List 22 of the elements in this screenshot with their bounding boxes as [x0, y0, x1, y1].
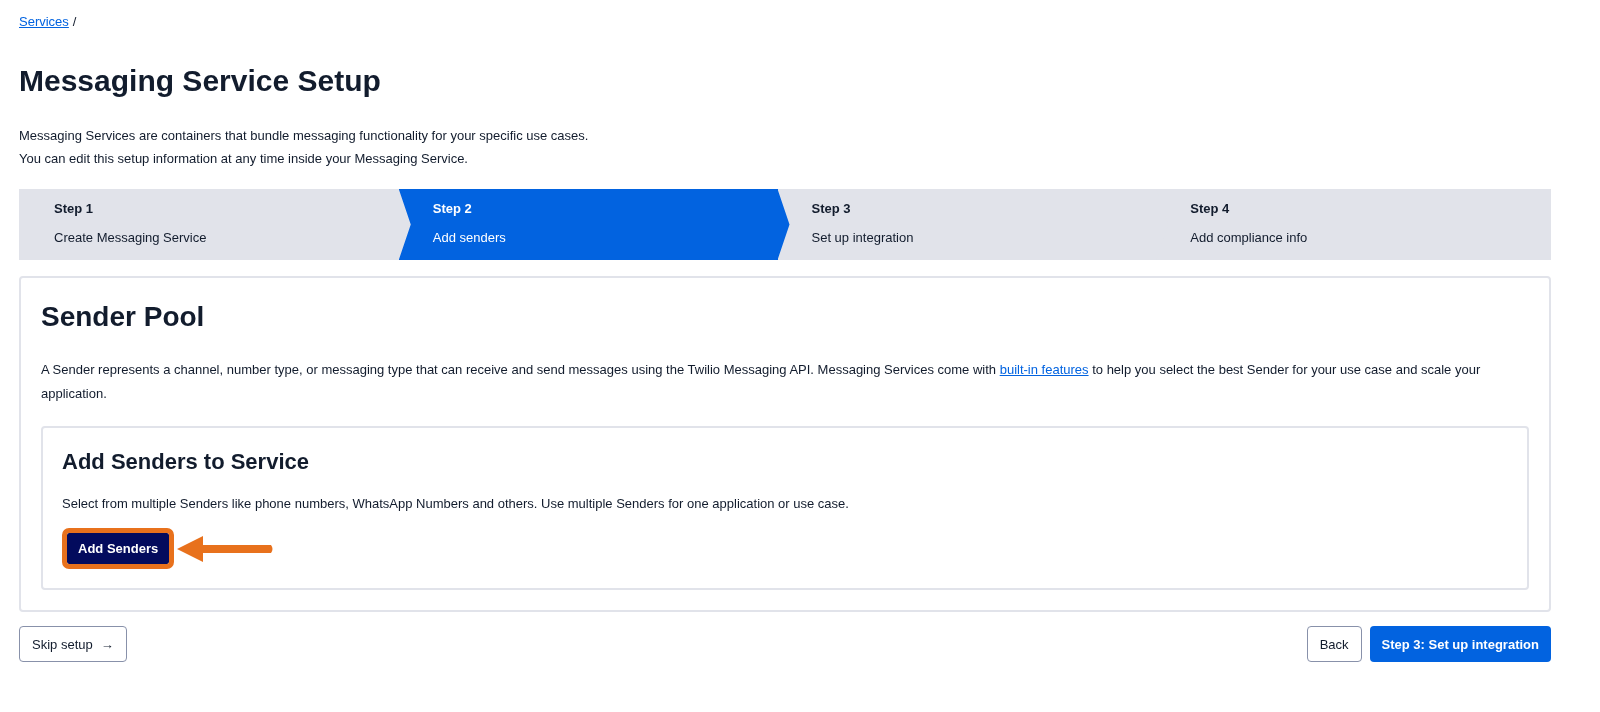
- step-label: Step 3: [811, 201, 852, 216]
- arrow-right-icon: →: [100, 636, 114, 652]
- built-in-features-link[interactable]: built-in features: [999, 362, 1089, 377]
- step-label: Step 4: [1190, 201, 1231, 216]
- step-label: Step 2: [432, 201, 473, 216]
- intro-text: Messaging Services are containers that bundle messaging functionality for your specific use cases.: [19, 127, 590, 144]
- skip-setup-button[interactable]: Skip setup →: [19, 626, 127, 662]
- step-name: Set up integration: [811, 230, 915, 245]
- card-title: Add Senders to Service: [62, 448, 310, 476]
- breadcrumb-link[interactable]: Services: [19, 14, 69, 29]
- card-description: Select from multiple Senders like phone numbers, WhatsApp Numbers and others. Use multiple Senders for one application or use case.: [62, 496, 850, 511]
- breadcrumb-separator: /: [72, 14, 77, 29]
- step-label: Step 1: [54, 201, 94, 216]
- step-name: Add compliance info: [1190, 230, 1309, 245]
- section-description: A Sender represents a channel, number type, or messaging type that can receive and send messages using the Twilio Messaging API. Messaging Services come with built-in features to help you select the best Sender for your use case and scale your application.: [41, 361, 1482, 403]
- step-name: Add senders: [432, 230, 507, 245]
- step-name: Create Messaging Service: [54, 230, 208, 245]
- section-title: Sender Pool: [41, 300, 206, 334]
- intro-text: You can edit this setup information at any time inside your Messaging Service.: [19, 150, 469, 167]
- next-step-button[interactable]: Step 3: Set up integration: [1369, 626, 1551, 662]
- back-button[interactable]: Back: [1306, 626, 1362, 662]
- page-title: Messaging Service Setup: [19, 63, 382, 99]
